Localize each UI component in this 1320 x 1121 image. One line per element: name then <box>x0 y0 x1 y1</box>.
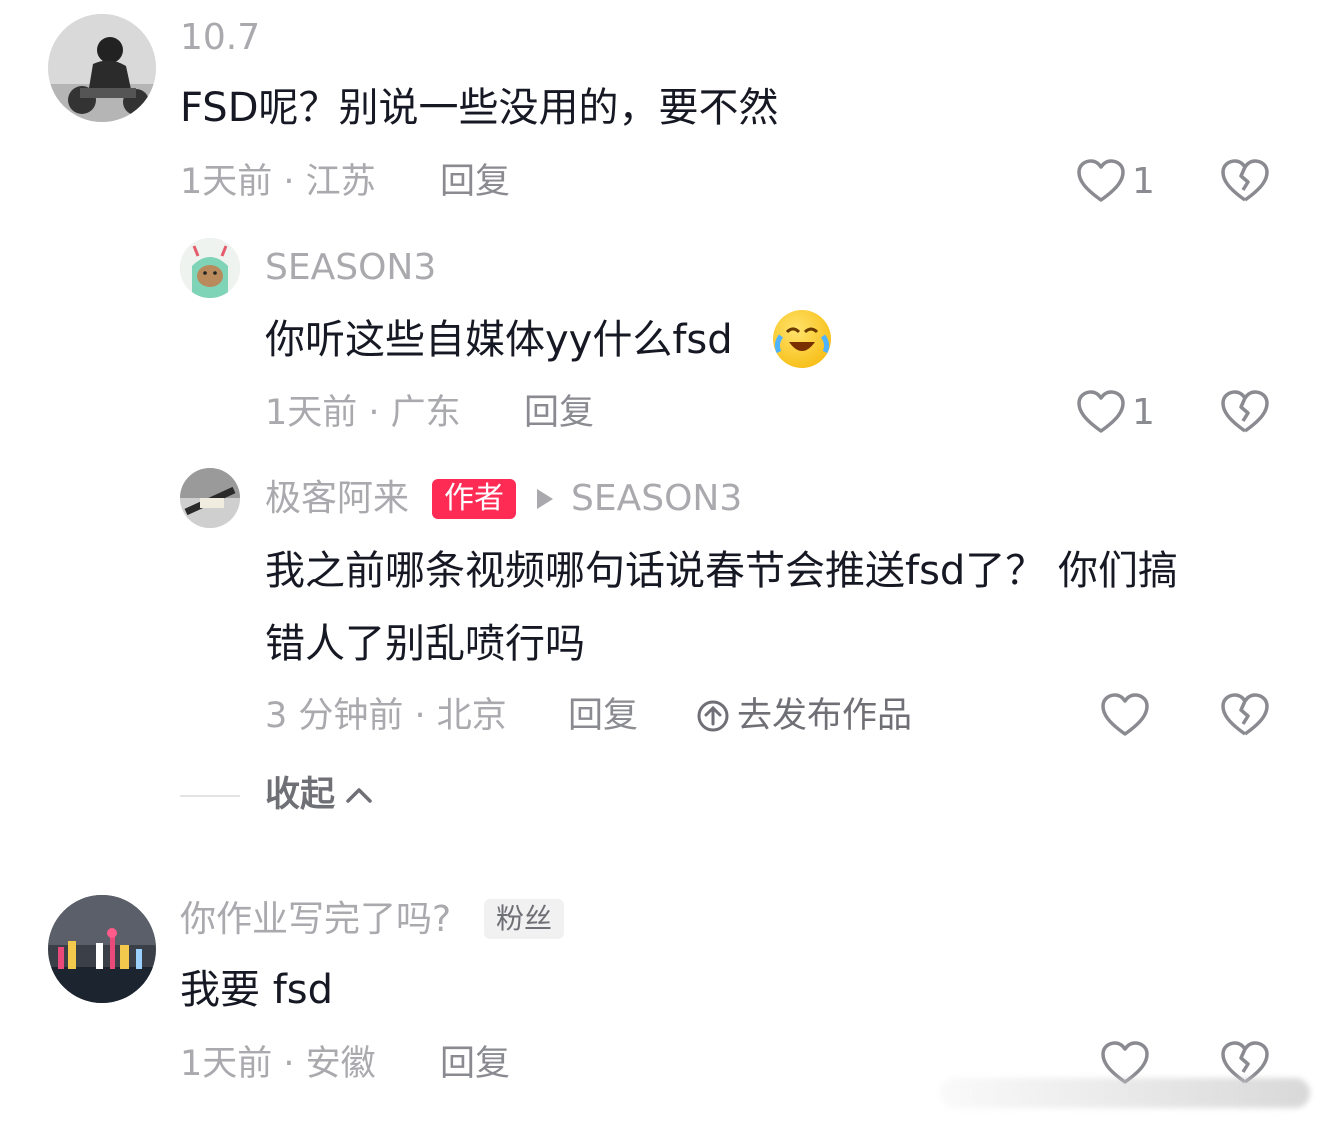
reply-button[interactable]: 回复 <box>440 1042 510 1086</box>
avatar[interactable] <box>180 468 240 528</box>
avatar[interactable] <box>48 895 156 1003</box>
comment-username[interactable]: 极客阿来 <box>265 477 409 521</box>
reply-button[interactable]: 回复 <box>524 391 594 435</box>
comment-text: 你听这些自媒体yy什么fsd <box>265 317 733 363</box>
collapse-divider <box>180 795 240 797</box>
reply-button[interactable]: 回复 <box>440 160 510 204</box>
heart-outline-icon[interactable] <box>1100 692 1150 738</box>
like-count: 1 <box>1132 392 1155 433</box>
comment-meta: 1天前 · 广东 <box>265 393 461 433</box>
broken-heart-icon[interactable] <box>1220 389 1270 435</box>
author-badge: 作者 <box>432 479 516 519</box>
comment-meta: 1天前 · 江苏 <box>180 162 376 202</box>
fan-badge: 粉丝 <box>484 899 565 939</box>
comment-text: 我要 fsd <box>180 967 334 1013</box>
publish-work-button[interactable]: 去发布作品 <box>737 694 912 738</box>
comment-text: 我之前哪条视频哪句话说春节会推送fsd了？ 你们搞 <box>265 548 1179 594</box>
comment-text-line2: 错人了别乱喷行吗 <box>265 621 585 667</box>
reply-button[interactable]: 回复 <box>568 694 638 738</box>
heart-outline-icon[interactable] <box>1076 158 1126 204</box>
comment-username[interactable]: 10.7 <box>180 16 260 60</box>
comment-username[interactable]: 你作业写完了吗? <box>180 898 451 942</box>
like-count: 1 <box>1132 161 1155 202</box>
broken-heart-icon[interactable] <box>1220 158 1270 204</box>
comment-meta: 3 分钟前 · 北京 <box>265 696 507 736</box>
comment-username[interactable]: SEASON3 <box>265 246 436 290</box>
avatar[interactable] <box>180 238 240 298</box>
comment-meta: 1天前 · 安徽 <box>180 1044 376 1084</box>
heart-outline-icon[interactable] <box>1076 389 1126 435</box>
upload-circle-icon[interactable] <box>696 699 730 733</box>
chevron-up-icon[interactable] <box>344 784 374 806</box>
avatar[interactable] <box>48 14 156 122</box>
watermark <box>940 1078 1310 1108</box>
collapse-button[interactable]: 收起 <box>265 773 335 817</box>
comment-text: FSD呢？别说一些没用的，要不然 <box>180 85 779 131</box>
crying-laughing-emoji <box>773 310 831 368</box>
broken-heart-icon[interactable] <box>1220 692 1270 738</box>
reply-to-username[interactable]: SEASON3 <box>571 477 742 521</box>
reply-arrow-icon <box>537 489 553 509</box>
